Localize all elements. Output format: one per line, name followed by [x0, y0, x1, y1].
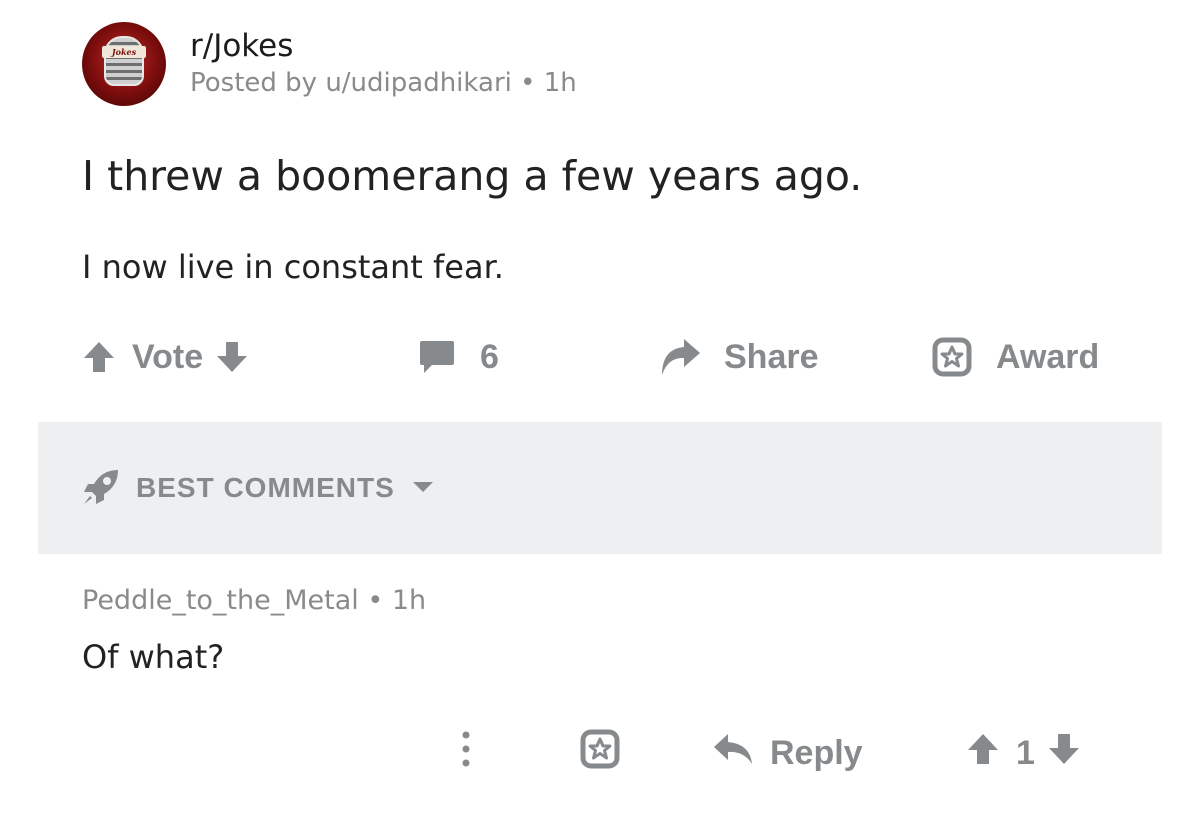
comment-meta: Peddle_to_the_Metal • 1h [82, 585, 427, 616]
rocket-icon [82, 466, 122, 510]
arrow-up-icon[interactable] [966, 732, 1000, 775]
comment-sort-bar: BEST COMMENTS [38, 422, 1162, 554]
header-text: r/Jokes Posted by u/udipadhikari • 1h [190, 26, 577, 100]
arrow-down-icon[interactable] [1047, 732, 1081, 775]
comment-score: 1 [1016, 733, 1035, 772]
vote-control: Vote [82, 332, 249, 382]
arrow-up-icon[interactable] [82, 340, 116, 374]
speech-bubble-icon [418, 339, 456, 375]
award-star-icon [932, 337, 972, 377]
post-page: Jokes r/Jokes Posted by u/udipadhikari •… [0, 0, 1200, 816]
award-star-icon [580, 729, 620, 778]
comments-button[interactable]: 6 [418, 332, 499, 382]
post-title: I threw a boomerang a few years ago. [82, 152, 863, 200]
vote-label: Vote [132, 337, 204, 376]
reply-label: Reply [770, 733, 863, 772]
post-action-bar: Vote 6 Share Award [82, 332, 1122, 382]
post-body: I now live in constant fear. [82, 248, 504, 286]
chevron-down-icon [411, 479, 435, 498]
arrow-down-icon[interactable] [215, 340, 249, 374]
award-label: Award [996, 337, 1100, 376]
more-options-button[interactable] [460, 728, 472, 778]
comment-action-bar: Reply 1 [440, 728, 1130, 778]
microphone-icon [104, 36, 144, 86]
share-arrow-icon [658, 337, 702, 377]
sort-dropdown[interactable]: BEST COMMENTS [82, 468, 435, 508]
share-label: Share [724, 337, 819, 376]
share-button[interactable]: Share [658, 332, 819, 382]
post-header: Jokes r/Jokes Posted by u/udipadhikari •… [82, 22, 577, 106]
sort-label: BEST COMMENTS [136, 472, 395, 503]
comment-count: 6 [480, 337, 499, 376]
comment-body: Of what? [82, 638, 225, 676]
comment-vote-control: 1 [966, 728, 1081, 778]
avatar-logo-text: Jokes [102, 46, 146, 58]
post-meta: Posted by u/udipadhikari • 1h [190, 68, 577, 98]
reply-button[interactable]: Reply [712, 728, 863, 778]
subreddit-name[interactable]: r/Jokes [190, 26, 577, 66]
award-button[interactable]: Award [932, 332, 1099, 382]
subreddit-avatar[interactable]: Jokes [82, 22, 166, 106]
reply-arrow-icon [712, 732, 754, 775]
more-vertical-icon [460, 729, 472, 778]
comment-award-button[interactable] [580, 728, 620, 778]
